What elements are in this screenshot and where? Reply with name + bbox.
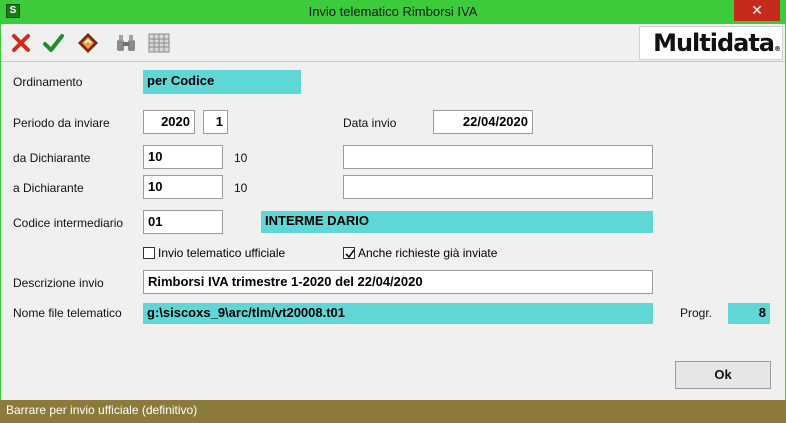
da-dichiarante-field[interactable]: 10 xyxy=(143,145,223,169)
intermediario-label: Codice intermediario xyxy=(13,216,124,230)
binoculars-icon[interactable] xyxy=(115,32,137,54)
ok-button[interactable]: Ok xyxy=(675,361,771,389)
periodo-year-field[interactable]: 2020 xyxy=(143,110,195,134)
a-dichiarante-hint: 10 xyxy=(234,181,248,195)
title-bar: S Invio telematico Rimborsi IVA ✕ xyxy=(0,0,786,24)
da-dichiarante-hint: 10 xyxy=(234,151,248,165)
checkbox-gia-inviate-box[interactable] xyxy=(343,247,355,259)
checkmark-icon xyxy=(345,249,355,259)
window-title: Invio telematico Rimborsi IVA xyxy=(308,4,478,19)
status-bar: Barrare per invio ufficiale (definitivo) xyxy=(0,400,786,423)
periodo-number-field[interactable]: 1 xyxy=(203,110,228,134)
a-dichiarante-label: a Dichiarante xyxy=(13,181,84,195)
checkbox-gia-inviate-label: Anche richieste già inviate xyxy=(358,246,498,260)
periodo-label: Periodo da inviare xyxy=(13,116,110,130)
nome-file-label: Nome file telematico xyxy=(13,306,122,320)
descrizione-field[interactable]: Rimborsi IVA trimestre 1-2020 del 22/04/… xyxy=(143,270,653,294)
cancel-icon[interactable] xyxy=(10,32,32,54)
da-dichiarante-name-field[interactable] xyxy=(343,145,653,169)
calendar-grid-icon[interactable] xyxy=(148,32,170,54)
checkbox-gia-inviate[interactable]: Anche richieste già inviate xyxy=(343,246,497,262)
da-dichiarante-label: da Dichiarante xyxy=(13,151,91,165)
nome-file-field: g:\siscoxs_9\arc/tlm/vt20008.t01 xyxy=(143,303,653,324)
a-dichiarante-field[interactable]: 10 xyxy=(143,175,223,199)
progr-label: Progr. xyxy=(680,306,713,320)
toolbar: Multidata ® xyxy=(1,24,785,62)
brand-name: Multidata xyxy=(653,29,775,57)
ordinamento-label: Ordinamento xyxy=(13,75,83,89)
ordinamento-select[interactable]: per Codice xyxy=(143,70,301,94)
brand-logo: Multidata ® xyxy=(639,26,783,60)
book-icon[interactable] xyxy=(77,32,99,54)
data-invio-field[interactable]: 22/04/2020 xyxy=(433,110,533,134)
brand-registered-mark: ® xyxy=(774,45,781,53)
intermediario-code-field[interactable]: 01 xyxy=(143,210,223,234)
confirm-icon[interactable] xyxy=(42,32,64,54)
checkbox-ufficiale-label: Invio telematico ufficiale xyxy=(158,246,286,260)
checkbox-ufficiale-box[interactable] xyxy=(143,247,155,259)
intermediario-name-field: INTERME DARIO xyxy=(261,211,653,233)
descrizione-label: Descrizione invio xyxy=(13,276,104,290)
progr-field: 8 xyxy=(728,303,770,324)
a-dichiarante-name-field[interactable] xyxy=(343,175,653,199)
data-invio-label: Data invio xyxy=(343,116,397,130)
checkbox-ufficiale[interactable]: Invio telematico ufficiale xyxy=(143,246,285,262)
close-button[interactable]: ✕ xyxy=(734,0,780,21)
